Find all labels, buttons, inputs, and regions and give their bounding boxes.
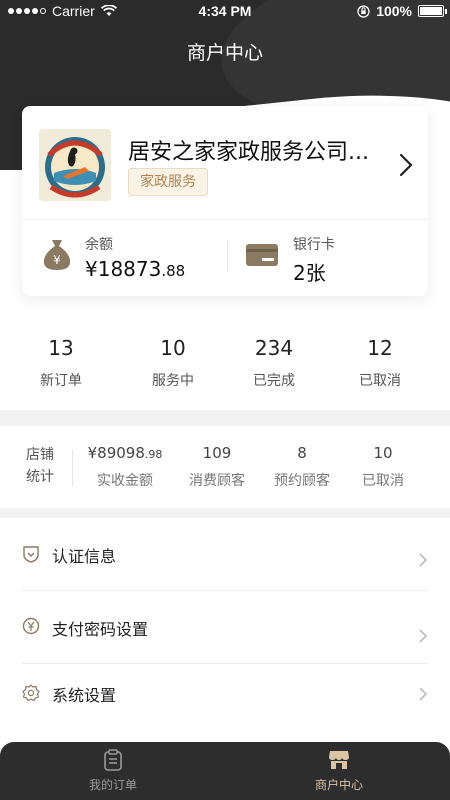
clipboard-icon: [104, 749, 122, 771]
gear-icon: [22, 684, 40, 702]
chevron-right-icon[interactable]: [398, 152, 414, 178]
shop-separator: [72, 450, 73, 486]
shop-icon: [329, 751, 349, 769]
shield-check-icon: [23, 546, 39, 563]
shop-statistics: 店铺 统计 ¥89098.98 实收金额 109 消费顾客 8 预约顾客 10 …: [0, 426, 450, 508]
tab-merchant-center[interactable]: 商户中心: [279, 748, 399, 793]
count-in-service[interactable]: 10 服务中: [117, 336, 229, 390]
card-divider: [22, 219, 428, 220]
shop-revenue: ¥89098.98 实收金额: [87, 444, 163, 489]
menu-item-certification[interactable]: 认证信息: [0, 518, 450, 590]
merchant-logo: [39, 129, 111, 201]
money-bag-icon: ¥: [43, 240, 71, 270]
chevron-right-icon: [419, 687, 428, 701]
bank-card-block[interactable]: 银行卡 2张: [244, 234, 414, 285]
rotation-lock-icon: [357, 4, 370, 18]
merchant-card[interactable]: 居安之家家政服务公司... 家政服务 ¥ 余额 ¥18873.88 银行卡 2张: [22, 106, 428, 296]
stat-separator: [227, 241, 228, 273]
chevron-right-icon: [419, 553, 428, 567]
count-new-orders[interactable]: 13 新订单: [5, 336, 117, 390]
yuan-circle-icon: [22, 617, 40, 635]
page-title: 商户中心: [186, 42, 263, 64]
shop-appointments: 8 预约顾客: [274, 444, 330, 489]
status-bar: Carrier 4:34 PM 100%: [0, 0, 450, 22]
count-completed[interactable]: 234 已完成: [218, 336, 330, 390]
tab-my-orders[interactable]: 我的订单: [53, 748, 173, 793]
svg-text:¥: ¥: [53, 253, 61, 267]
menu-label-certification: 认证信息: [52, 547, 117, 566]
shop-customers: 109 消费顾客: [189, 444, 245, 489]
chevron-right-icon: [419, 629, 428, 643]
balance-label: 余额: [85, 237, 113, 253]
bank-card-label: 银行卡: [293, 237, 335, 253]
merchant-name: 居安之家家政服务公司...: [128, 140, 369, 165]
shop-stats-label: 店铺 统计: [26, 447, 54, 485]
balance-block[interactable]: ¥ 余额 ¥18873.88: [39, 234, 219, 282]
bank-card-icon: [246, 244, 278, 266]
menu-label-payment-password: 支付密码设置: [52, 620, 149, 639]
bank-card-count: 2张: [293, 261, 326, 285]
menu-item-system-settings[interactable]: 系统设置: [0, 664, 450, 736]
menu-item-payment-password[interactable]: 支付密码设置: [0, 591, 450, 663]
count-cancelled[interactable]: 12 已取消: [324, 336, 436, 390]
category-tag: 家政服务: [128, 168, 208, 196]
order-counts: 13 新订单 10 服务中 234 已完成 12 已取消: [0, 336, 450, 396]
battery-icon: [418, 5, 447, 17]
tab-bar: 我的订单 商户中心: [0, 742, 450, 800]
balance-value: ¥18873.88: [85, 257, 186, 281]
settings-menu: 认证信息 支付密码设置 系统设置: [0, 518, 450, 748]
battery-percent: 100%: [376, 3, 412, 19]
menu-label-system-settings: 系统设置: [52, 686, 117, 705]
shop-cancelled: 10 已取消: [362, 444, 404, 489]
